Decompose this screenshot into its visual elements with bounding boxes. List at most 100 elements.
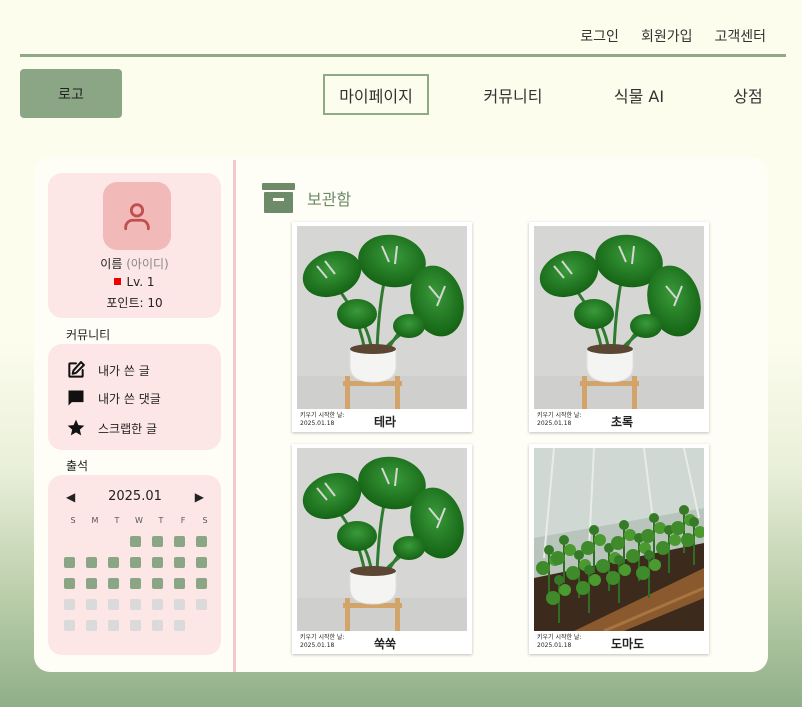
plant-photo	[297, 226, 467, 409]
plant-start-info: 키우기 시작한 날: 2025.01.18	[537, 412, 581, 428]
monstera-photo	[297, 226, 467, 409]
plant-start-info: 키우기 시작한 날: 2025.01.18	[537, 634, 581, 650]
calendar-day[interactable]	[174, 536, 185, 547]
calendar-weekdays: SMTWTFS	[62, 516, 216, 525]
header-divider	[20, 54, 786, 57]
calendar-day[interactable]	[152, 578, 163, 589]
calendar-day[interactable]	[86, 620, 97, 631]
calendar-day[interactable]	[108, 557, 119, 568]
calendar-day[interactable]	[130, 620, 141, 631]
calendar-day[interactable]	[196, 557, 207, 568]
plant-card[interactable]: 키우기 시작한 날: 2025.01.18 쑥쑥	[292, 444, 472, 654]
calendar-day[interactable]	[152, 620, 163, 631]
calendar-day[interactable]	[64, 599, 75, 610]
community-menu: 내가 쓴 글 내가 쓴 댓글 스크랩한 글	[48, 344, 221, 450]
calendar-day[interactable]	[130, 557, 141, 568]
weekday-label: W	[135, 516, 143, 525]
calendar-day[interactable]	[174, 599, 185, 610]
plant-start-label: 키우기 시작한 날:	[537, 412, 582, 419]
plant-start-date: 2025.01.18	[300, 642, 335, 649]
nav-shop[interactable]: 상점	[723, 74, 773, 115]
sidebar-divider	[233, 160, 236, 672]
calendar-day[interactable]	[130, 578, 141, 589]
weekday-label: T	[158, 516, 164, 525]
plant-name: 도마도	[611, 637, 645, 651]
calendar-day[interactable]	[196, 599, 207, 610]
plant-start-info: 키우기 시작한 날: 2025.01.18	[300, 634, 344, 650]
calendar-header: ◀ 2025.01 ▶	[66, 489, 204, 504]
calendar-month: 2025.01	[108, 489, 162, 504]
storage-title: 보관함	[307, 190, 352, 209]
menu-my-comments[interactable]: 내가 쓴 댓글	[66, 388, 161, 408]
calendar-day[interactable]	[64, 620, 75, 631]
plant-photo	[534, 448, 704, 631]
calendar-day[interactable]	[174, 578, 185, 589]
profile-id: (아이디)	[126, 257, 169, 271]
plant-card[interactable]: 키우기 시작한 날: 2025.01.18 테라	[292, 222, 472, 432]
next-month-icon[interactable]: ▶	[195, 490, 204, 504]
login-link[interactable]: 로그인	[580, 26, 619, 46]
plant-name: 초록	[611, 415, 634, 429]
avatar[interactable]	[103, 182, 171, 250]
calendar-day[interactable]	[130, 536, 141, 547]
nav-plant-ai[interactable]: 식물 AI	[603, 74, 675, 115]
tomato-greenhouse-photo	[534, 448, 704, 631]
calendar-day[interactable]	[108, 620, 119, 631]
calendar-day[interactable]	[174, 620, 185, 631]
community-title: 커뮤니티	[66, 328, 111, 342]
support-link[interactable]: 고객센터	[714, 26, 766, 46]
profile-card: 이름 (아이디) Lv. 1 포인트: 10	[48, 173, 221, 318]
profile-points: 포인트: 10	[106, 296, 163, 310]
calendar-day[interactable]	[152, 599, 163, 610]
profile-name: 이름	[100, 257, 123, 271]
plant-photo	[534, 226, 704, 409]
calendar-day[interactable]	[86, 599, 97, 610]
plant-name: 쑥쑥	[374, 637, 397, 651]
weekday-label: M	[91, 516, 99, 525]
star-icon	[67, 419, 85, 436]
monstera-photo	[534, 226, 704, 409]
plant-start-date: 2025.01.18	[537, 642, 572, 649]
calendar-day[interactable]	[86, 557, 97, 568]
plant-photo	[297, 448, 467, 631]
user-icon	[124, 203, 150, 231]
profile-level-line: Lv. 1	[48, 275, 221, 289]
logo-button[interactable]: 로고	[20, 69, 122, 118]
edit-icon	[68, 361, 85, 378]
calendar-day[interactable]	[174, 557, 185, 568]
nav-community[interactable]: 커뮤니티	[473, 74, 553, 115]
plant-card[interactable]: 키우기 시작한 날: 2025.01.18 도마도	[529, 444, 709, 654]
archive-icon	[262, 183, 295, 213]
calendar-day[interactable]	[152, 536, 163, 547]
plant-start-label: 키우기 시작한 날:	[300, 412, 345, 419]
plant-start-label: 키우기 시작한 날:	[300, 634, 345, 641]
signup-link[interactable]: 회원가입	[641, 26, 693, 46]
profile-level: Lv. 1	[126, 275, 155, 289]
calendar-day[interactable]	[86, 578, 97, 589]
plant-start-label: 키우기 시작한 날:	[537, 634, 582, 641]
calendar-day[interactable]	[196, 578, 207, 589]
storage-header: 보관함	[262, 183, 351, 213]
menu-scraps[interactable]: 스크랩한 글	[66, 418, 157, 438]
plant-start-date: 2025.01.18	[300, 420, 335, 427]
calendar-day[interactable]	[64, 557, 75, 568]
nav-mypage[interactable]: 마이페이지	[323, 74, 429, 115]
calendar-day[interactable]	[196, 536, 207, 547]
main-nav: 마이페이지 커뮤니티 식물 AI 상점	[323, 74, 783, 116]
plant-card[interactable]: 키우기 시작한 날: 2025.01.18 초록	[529, 222, 709, 432]
calendar-day[interactable]	[108, 578, 119, 589]
menu-my-comments-label: 내가 쓴 댓글	[98, 391, 161, 406]
comment-icon	[68, 390, 84, 406]
level-badge-icon	[114, 278, 122, 285]
calendar-day[interactable]	[130, 599, 141, 610]
monstera-photo	[297, 448, 467, 631]
menu-my-posts-label: 내가 쓴 글	[98, 363, 150, 378]
attendance-title: 출석	[66, 459, 89, 473]
calendar-day[interactable]	[152, 557, 163, 568]
calendar-day[interactable]	[108, 599, 119, 610]
calendar-day[interactable]	[64, 578, 75, 589]
attendance-calendar: ◀ 2025.01 ▶ S M T W T F S	[48, 475, 221, 655]
menu-my-posts[interactable]: 내가 쓴 글	[66, 360, 150, 380]
weekday-label: F	[180, 516, 186, 525]
prev-month-icon[interactable]: ◀	[66, 490, 75, 504]
